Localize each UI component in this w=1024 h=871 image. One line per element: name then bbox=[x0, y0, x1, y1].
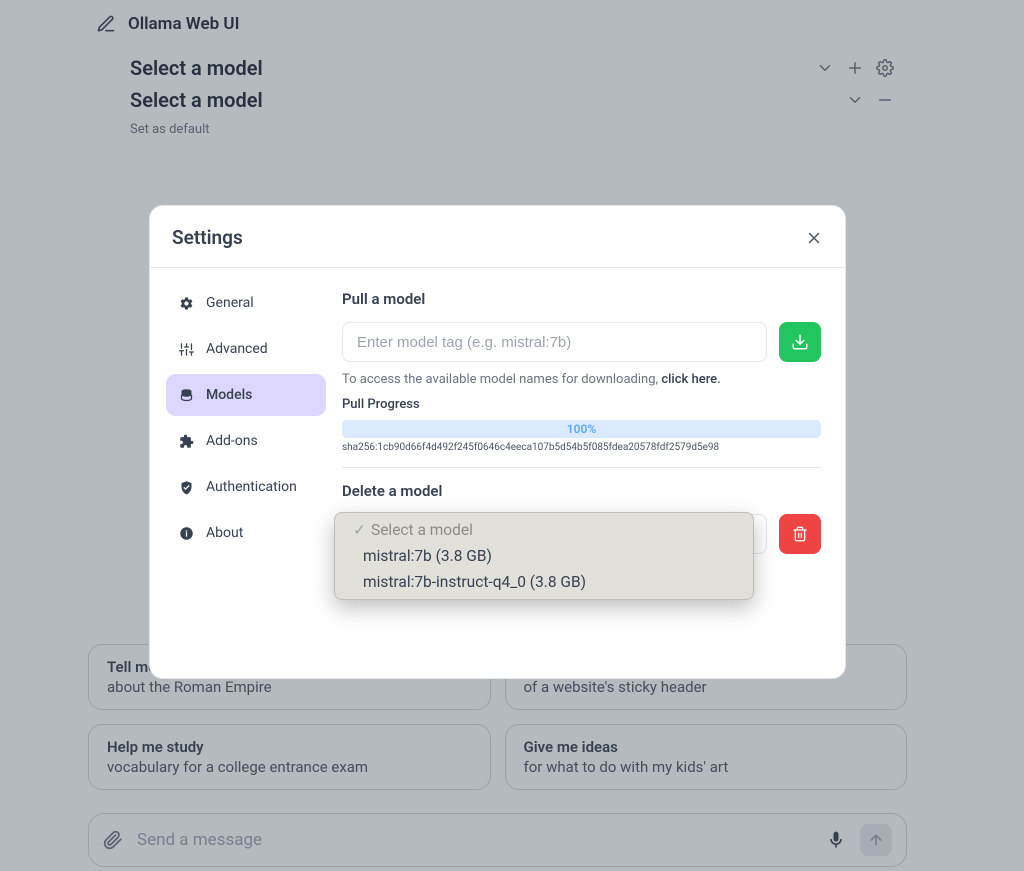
tab-auth[interactable]: Authentication bbox=[166, 466, 326, 508]
pull-progress-bar: 100% bbox=[342, 420, 821, 438]
access-link[interactable]: click here. bbox=[661, 372, 720, 387]
tab-label: Add-ons bbox=[206, 433, 258, 449]
tab-label: Advanced bbox=[206, 341, 268, 357]
info-icon bbox=[178, 526, 194, 541]
close-icon[interactable] bbox=[805, 229, 823, 247]
pull-model-button[interactable] bbox=[779, 322, 821, 362]
tab-advanced[interactable]: Advanced bbox=[166, 328, 326, 370]
models-panel: Pull a model To access the available mod… bbox=[342, 268, 845, 678]
tab-models[interactable]: Models bbox=[166, 374, 326, 416]
pull-model-input[interactable] bbox=[342, 322, 767, 362]
puzzle-icon bbox=[178, 434, 194, 449]
dropdown-option[interactable]: mistral:7b-instruct-q4_0 (3.8 GB) bbox=[335, 569, 753, 595]
divider bbox=[342, 467, 821, 468]
database-icon bbox=[178, 388, 194, 403]
tab-label: Models bbox=[206, 387, 252, 403]
tab-about[interactable]: About bbox=[166, 512, 326, 554]
shield-icon bbox=[178, 480, 194, 495]
pull-progress-percent: 100% bbox=[567, 422, 596, 436]
tab-label: General bbox=[206, 295, 254, 311]
check-icon: ✓ bbox=[353, 521, 365, 539]
gear-icon bbox=[178, 296, 194, 311]
dropdown-option[interactable]: mistral:7b (3.8 GB) bbox=[335, 543, 753, 569]
tab-general[interactable]: General bbox=[166, 282, 326, 324]
modal-title: Settings bbox=[172, 226, 243, 249]
access-note: To access the available model names for … bbox=[342, 372, 821, 387]
sliders-icon bbox=[178, 342, 194, 357]
tab-label: About bbox=[206, 525, 243, 541]
pull-progress-heading: Pull Progress bbox=[342, 397, 821, 412]
pull-heading: Pull a model bbox=[342, 290, 821, 308]
delete-model-dropdown: ✓ Select a model mistral:7b (3.8 GB) mis… bbox=[334, 512, 754, 600]
pull-progress-sha: sha256:1cb90d66f4d492f245f0646c4eeca107b… bbox=[342, 442, 821, 453]
delete-heading: Delete a model bbox=[342, 482, 821, 500]
settings-tabs: General Advanced Models Add-ons Authenti… bbox=[150, 268, 342, 678]
settings-modal: Settings General Advanced Models Add-ons bbox=[149, 205, 846, 679]
delete-model-button[interactable] bbox=[779, 514, 821, 554]
tab-label: Authentication bbox=[206, 479, 297, 495]
tab-addons[interactable]: Add-ons bbox=[166, 420, 326, 462]
dropdown-option-placeholder[interactable]: ✓ Select a model bbox=[335, 517, 753, 543]
